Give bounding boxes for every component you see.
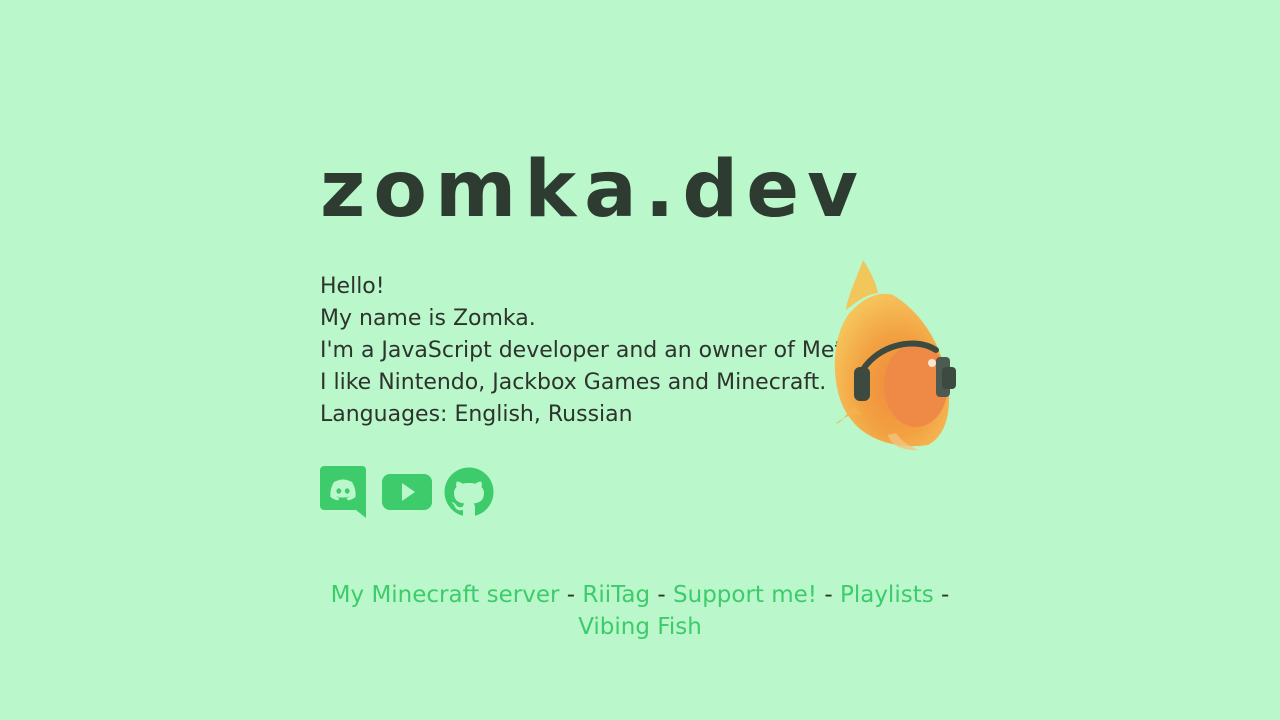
link-minecraft-server[interactable]: My Minecraft server: [331, 582, 560, 608]
link-riitag[interactable]: RiiTag: [582, 582, 650, 608]
footer-separator: -: [566, 582, 576, 608]
link-support[interactable]: Support me!: [673, 582, 817, 608]
link-playlists[interactable]: Playlists: [840, 582, 934, 608]
footer-links: My Minecraft server - RiiTag - Support m…: [320, 579, 960, 643]
youtube-icon[interactable]: [382, 466, 432, 518]
social-links: [320, 466, 494, 518]
footer-separator: -: [941, 582, 950, 608]
github-icon[interactable]: [444, 466, 494, 518]
footer-separator: -: [824, 582, 833, 608]
footer-separator: -: [657, 582, 666, 608]
discord-icon[interactable]: [320, 466, 370, 518]
site-title: zomka.dev: [320, 145, 866, 235]
link-vibing-fish[interactable]: Vibing Fish: [578, 614, 702, 640]
vibing-fish-image: [834, 260, 956, 451]
